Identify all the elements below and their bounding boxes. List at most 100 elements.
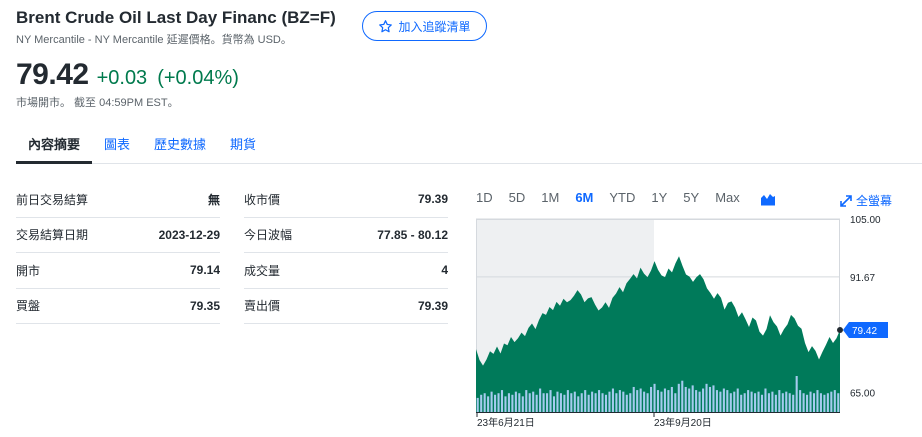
volume-bar: [830, 391, 833, 412]
stats-column-left: 前日交易結算 無 交易結算日期 2023-12-29 開市 79.14 買盤 7…: [16, 182, 220, 324]
stat-label: 前日交易結算: [16, 192, 89, 207]
volume-bar: [497, 393, 500, 412]
price-change: +0.03: [96, 67, 148, 89]
price-chart[interactable]: 105.00 91.67 65.00 23年6月21日 23年9月20日 79.42: [476, 214, 922, 437]
volume-bar: [584, 390, 587, 412]
stat-row: 賣出價 79.39: [244, 289, 448, 324]
tab-summary[interactable]: 內容摘要: [16, 124, 93, 164]
volume-bar: [806, 394, 809, 412]
stat-row: 交易結算日期 2023-12-29: [16, 218, 220, 253]
volume-bar: [549, 390, 552, 412]
volume-bar: [639, 388, 642, 412]
stat-label: 買盤: [16, 299, 41, 314]
volume-bar: [476, 397, 479, 412]
tab-chart[interactable]: 圖表: [92, 124, 142, 164]
current-price-dot: [837, 326, 843, 333]
stat-value: 77.85 - 80.12: [377, 227, 448, 242]
volume-bar: [764, 388, 767, 412]
stat-row: 買盤 79.35: [16, 289, 220, 324]
stat-row: 開市 79.14: [16, 253, 220, 289]
volume-bar: [816, 390, 819, 412]
add-to-watchlist-button[interactable]: 加入追蹤清單: [362, 11, 487, 41]
volume-bar: [622, 391, 625, 412]
volume-bar: [757, 391, 760, 412]
volume-bar: [604, 394, 608, 412]
volume-bar: [577, 396, 580, 412]
range-1m-button[interactable]: 1M: [541, 190, 559, 205]
fullscreen-label: 全螢幕: [856, 194, 893, 208]
volume-bar: [785, 391, 788, 412]
volume-bar: [670, 386, 673, 412]
volume-bar: [650, 386, 653, 412]
range-max-button[interactable]: Max: [715, 190, 740, 205]
range-5d-button[interactable]: 5D: [509, 190, 526, 205]
volume-bar: [708, 386, 712, 412]
volume-bar: [552, 396, 556, 412]
range-5y-button[interactable]: 5Y: [683, 190, 699, 205]
volume-bar: [518, 393, 521, 412]
range-1y-button[interactable]: 1Y: [651, 190, 667, 205]
volume-bar: [792, 394, 795, 412]
range-1d-button[interactable]: 1D: [476, 190, 493, 205]
current-price-label: 79.42: [852, 326, 877, 337]
volume-bar: [681, 380, 684, 412]
volume-bar: [722, 388, 725, 412]
volume-bar: [521, 396, 524, 412]
add-to-watchlist-label: 加入追蹤清單: [398, 19, 471, 34]
tab-historical-data[interactable]: 歷史數據: [142, 124, 218, 164]
volume-bar: [795, 376, 798, 412]
volume-bar: [674, 393, 677, 412]
volume-bar: [542, 393, 545, 412]
quote-price-row: 79.42 +0.03 (+0.04%): [16, 58, 239, 92]
volume-bar: [636, 390, 639, 412]
volume-bar: [532, 391, 535, 412]
volume-bar: [514, 391, 517, 412]
volume-bar: [684, 386, 687, 412]
volume-bar: [656, 390, 660, 412]
volume-bar: [663, 388, 666, 412]
volume-bar: [695, 390, 698, 412]
chart-range-selector: 1D 5D 1M 6M YTD 1Y 5Y Max: [476, 190, 756, 205]
range-6m-button[interactable]: 6M: [575, 190, 593, 205]
volume-bar: [528, 393, 531, 412]
volume-bar: [507, 393, 510, 412]
stat-value: 2023-12-29: [158, 227, 220, 242]
volume-bar: [556, 391, 559, 412]
x-axis-tick-label: 23年9月20日: [654, 416, 712, 429]
page-title: Brent Crude Oil Last Day Financ (BZ=F): [16, 8, 336, 27]
volume-bar: [819, 393, 822, 412]
volume-bar: [546, 393, 549, 412]
volume-bar: [826, 393, 829, 412]
mountain-chart-icon[interactable]: [760, 192, 776, 206]
volume-bar: [535, 394, 538, 412]
stat-value: 無: [207, 192, 220, 207]
volume-bar: [483, 393, 486, 412]
volume-bar: [511, 394, 514, 412]
stat-label: 今日波幅: [244, 228, 293, 243]
volume-bar: [615, 393, 618, 412]
volume-bar: [487, 396, 490, 412]
range-ytd-button[interactable]: YTD: [609, 190, 635, 205]
volume-bar: [712, 385, 715, 412]
volume-bar: [660, 391, 663, 412]
stat-value: 79.39: [417, 192, 448, 207]
volume-bar: [490, 391, 493, 412]
expand-icon: [840, 194, 852, 207]
volume-bar: [601, 393, 604, 412]
x-axis-tick-label: 23年6月21日: [477, 416, 535, 429]
volume-bar: [771, 391, 774, 412]
volume-bar: [799, 390, 802, 412]
volume-bar: [494, 394, 497, 412]
current-price: 79.42: [16, 58, 89, 91]
tab-futures[interactable]: 期貨: [218, 124, 268, 164]
volume-bar: [632, 386, 635, 412]
price-change-percent: (+0.04%): [157, 67, 239, 89]
star-icon: [379, 19, 393, 32]
stat-row: 成交量 4: [244, 253, 448, 289]
fullscreen-button[interactable]: 全螢幕: [840, 192, 892, 209]
volume-bar: [767, 393, 770, 412]
volume-bar: [667, 390, 670, 412]
stat-value: 4: [441, 263, 448, 278]
volume-bar: [587, 394, 590, 412]
volume-bar: [781, 393, 784, 412]
